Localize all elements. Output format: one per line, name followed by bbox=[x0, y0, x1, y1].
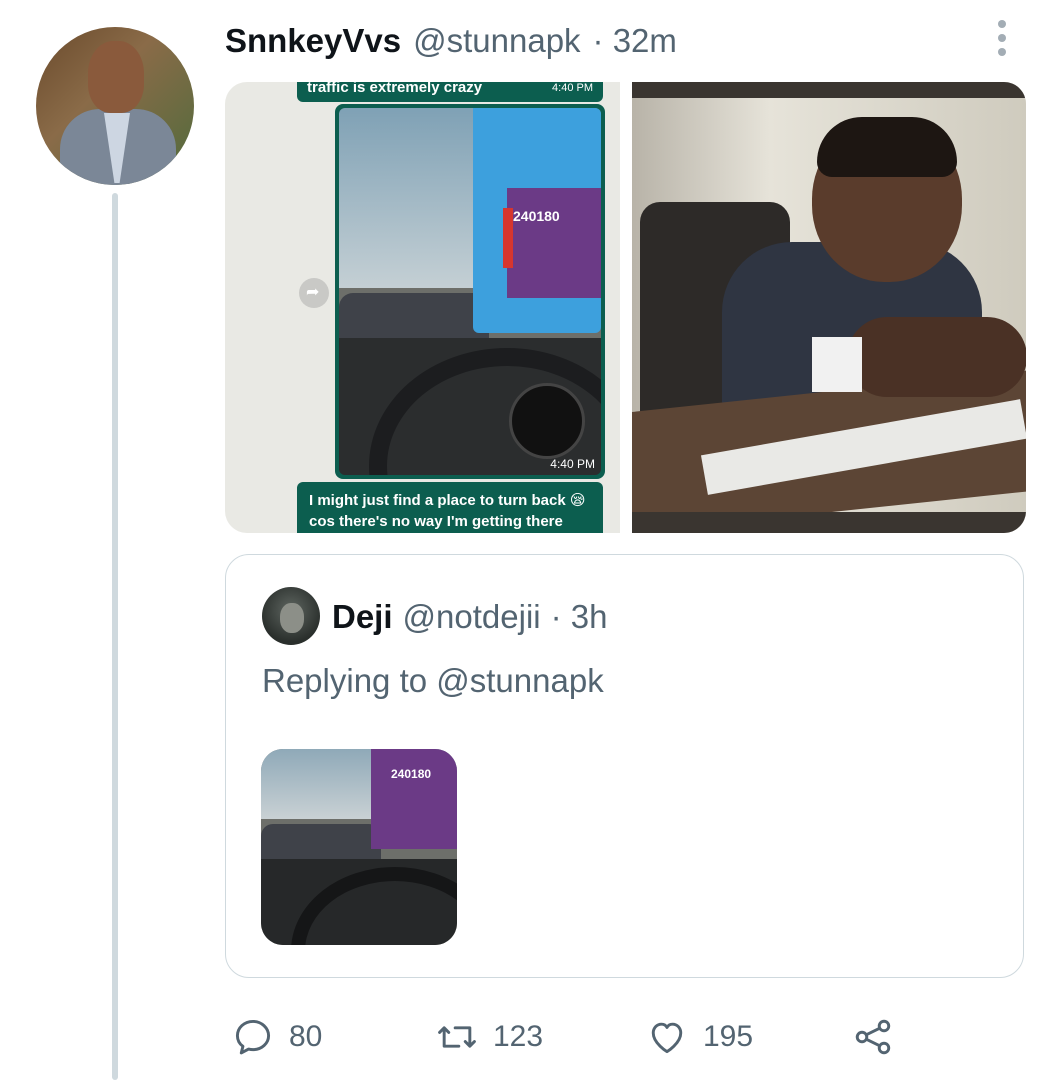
quoted-tweet-card[interactable]: Deji @notdejii · 3h Replying to @stunnap… bbox=[225, 554, 1024, 978]
chat-bubble-bottom: I might just find a place to turn back 😪… bbox=[297, 482, 603, 533]
quoted-author-avatar[interactable] bbox=[262, 587, 320, 645]
avatar-head bbox=[88, 41, 144, 113]
heart-icon bbox=[651, 1022, 683, 1054]
video-time: 4:40 PM bbox=[550, 457, 595, 471]
chat-video: 240180 4:40 PM bbox=[335, 104, 605, 479]
chat-top-time: 4:40 PM bbox=[552, 82, 593, 94]
reply-button[interactable]: 80 bbox=[231, 1015, 322, 1059]
gauge bbox=[509, 383, 585, 459]
tweet-timestamp[interactable]: · 32m bbox=[593, 22, 677, 60]
replying-to-text: Replying to @stunnapk bbox=[262, 662, 604, 699]
share-button[interactable] bbox=[851, 1015, 895, 1059]
retweet-count: 123 bbox=[493, 1020, 544, 1053]
more-options-icon[interactable] bbox=[992, 20, 1012, 60]
media-meme-image[interactable] bbox=[632, 82, 1026, 533]
bus-image: 240180 bbox=[473, 108, 601, 333]
like-count: 195 bbox=[703, 1020, 754, 1053]
reply-icon bbox=[235, 1019, 271, 1055]
share-icon bbox=[855, 1019, 891, 1055]
bus-number: 240180 bbox=[513, 208, 560, 224]
author-handle[interactable]: @stunnapk bbox=[413, 22, 580, 60]
quoted-media-thumbnail[interactable]: 240180 bbox=[261, 749, 457, 945]
quoted-tweet-header: Deji @notdejii · 3h bbox=[332, 598, 607, 636]
reply-count: 80 bbox=[289, 1020, 323, 1053]
chat-bubble-top: traffic is extremely crazy 4:40 PM bbox=[297, 82, 603, 102]
author-avatar[interactable] bbox=[36, 27, 194, 185]
tweet-action-bar: 80 123 195 bbox=[225, 1015, 1025, 1065]
quoted-timestamp: · 3h bbox=[550, 598, 608, 635]
thread-line bbox=[112, 193, 118, 1080]
author-display-name[interactable]: SnnkeyVvs bbox=[225, 22, 401, 60]
tweet-media-grid: traffic is extremely crazy 4:40 PM 24018… bbox=[225, 82, 1026, 533]
quoted-bus-image: 240180 bbox=[371, 749, 457, 849]
media-chat-screenshot[interactable]: traffic is extremely crazy 4:40 PM 24018… bbox=[225, 82, 620, 533]
quoted-bus-number: 240180 bbox=[391, 767, 432, 781]
tweet-header: SnnkeyVvs @stunnapk · 32m bbox=[225, 22, 677, 62]
forward-icon bbox=[299, 278, 329, 308]
quoted-author-handle: @notdejii bbox=[402, 598, 541, 635]
like-button[interactable]: 195 bbox=[645, 1015, 753, 1059]
quoted-author-name: Deji bbox=[332, 598, 393, 635]
retweet-button[interactable]: 123 bbox=[435, 1015, 543, 1059]
retweet-icon bbox=[438, 1026, 476, 1048]
chat-bottom-text: I might just find a place to turn back 😪… bbox=[309, 492, 586, 530]
handshake bbox=[847, 317, 1026, 397]
chat-top-text: traffic is extremely crazy bbox=[307, 82, 483, 96]
